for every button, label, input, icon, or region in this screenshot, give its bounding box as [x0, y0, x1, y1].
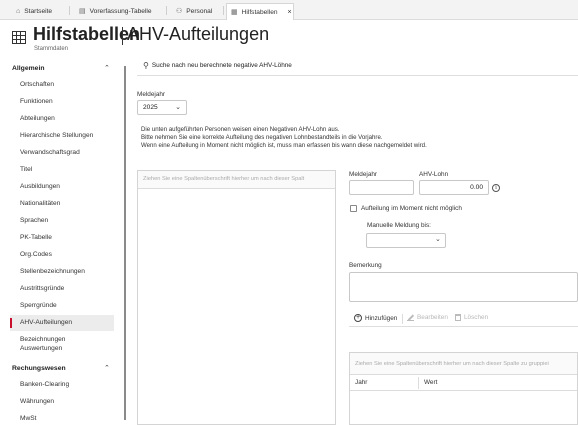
info-icon[interactable]: i: [492, 184, 500, 192]
trash-icon: [455, 314, 461, 321]
sidebar-item-waehrungen[interactable]: Währungen: [10, 394, 114, 410]
sidebar-item-banken-clearing[interactable]: Banken-Clearing: [10, 377, 114, 393]
sidebar-item-ortschaften[interactable]: Ortschaften: [10, 77, 114, 93]
sidebar-scrollbar[interactable]: [124, 66, 126, 420]
table-icon: ▤: [79, 8, 86, 15]
chevron-down-icon: ⌄: [175, 104, 181, 111]
manuelle-meldung-date-picker[interactable]: ⌄: [366, 233, 446, 248]
bemerkung-textarea[interactable]: [349, 272, 578, 302]
sidebar-item-bezeichnungen-auswertungen[interactable]: Bezeichnungen Auswertungen: [10, 334, 114, 354]
sidebar-group-rechungswesen[interactable]: Rechungswesen: [12, 365, 66, 372]
checkbox-label: Aufteilung im Moment nicht möglich: [361, 205, 462, 212]
bemerkung-label: Bemerkung: [349, 262, 382, 269]
ahv-lohn-label: AHV-Lohn: [419, 171, 449, 178]
form-meldejahr-label: Meldejahr: [349, 171, 378, 178]
sidebar-item-mwst[interactable]: MwSt: [10, 411, 114, 425]
toolbar-divider: [402, 314, 403, 324]
column-header-wert[interactable]: Wert: [424, 379, 437, 386]
group-drop-zone[interactable]: Ziehen Sie eine Spaltenüberschrift hierh…: [138, 171, 335, 189]
pencil-icon: [407, 314, 414, 321]
aufteilung-grid[interactable]: Ziehen Sie eine Spaltenüberschrift hierh…: [349, 352, 578, 425]
title-divider: [122, 27, 124, 45]
sidebar-group-allgemein[interactable]: Allgemein: [12, 65, 44, 72]
chevron-up-icon[interactable]: ⌃: [104, 364, 110, 372]
toolbar: + Hinzufügen Bearbeiten Löschen: [349, 311, 578, 327]
sidebar-item-org-codes[interactable]: Org.Codes: [10, 247, 114, 263]
persons-grid[interactable]: Ziehen Sie eine Spaltenüberschrift hierh…: [137, 170, 336, 425]
column-header-jahr[interactable]: Jahr: [355, 379, 367, 386]
divider: [137, 75, 578, 76]
sidebar-item-ausbildungen[interactable]: Ausbildungen: [10, 179, 114, 195]
plus-circle-icon: +: [354, 314, 362, 322]
tab-hilfstabellen[interactable]: ▦ Hilfstabellen ×: [226, 3, 294, 20]
chevron-up-icon[interactable]: ⌃: [104, 64, 110, 72]
group-drop-zone[interactable]: Ziehen Sie eine Spaltenüberschrift hierh…: [350, 353, 577, 375]
tab-personal[interactable]: ⚇ Personal: [172, 4, 216, 18]
sidebar-item-funktionen[interactable]: Funktionen: [10, 94, 114, 110]
ahv-lohn-input[interactable]: 0.00: [419, 180, 489, 195]
aufteilung-nicht-moeglich-checkbox[interactable]: [350, 205, 357, 212]
page-title: Hilfstabellen: [33, 24, 141, 44]
tab-vorerfassung-tabelle[interactable]: ▤ Vorerfassung-Tabelle: [75, 4, 156, 18]
grid-icon: ▦: [231, 9, 238, 16]
manuelle-meldung-label: Manuelle Meldung bis:: [367, 222, 431, 229]
close-icon[interactable]: ×: [288, 9, 292, 16]
sidebar-item-titel[interactable]: Titel: [10, 162, 114, 178]
sidebar-item-stellenbezeichnungen[interactable]: Stellenbezeichnungen: [10, 264, 114, 280]
home-icon: ⌂: [16, 7, 21, 15]
grid-header: Jahr Wert: [350, 375, 577, 391]
sidebar-item-pk-tabelle[interactable]: PK-Tabelle: [10, 230, 114, 246]
meldejahr-select[interactable]: 2025 ⌄: [137, 100, 187, 115]
sidebar-item-ahv-aufteilungen[interactable]: AHV-Aufteilungen: [10, 315, 114, 331]
sidebar-item-sperrgruende[interactable]: Sperrgründe: [10, 298, 114, 314]
people-icon: ⚇: [176, 8, 183, 15]
sidebar-item-austrittsgruende[interactable]: Austrittsgründe: [10, 281, 114, 297]
delete-button[interactable]: Löschen: [455, 314, 488, 321]
meldejahr-label: Meldejahr: [137, 91, 166, 98]
tab-bar: ⌂ Startseite ▤ Vorerfassung-Tabelle ⚇ Pe…: [0, 0, 578, 20]
sidebar-item-hierarchische-stellungen[interactable]: Hierarchische Stellungen: [10, 128, 114, 144]
tab-startseite[interactable]: ⌂ Startseite: [12, 4, 56, 18]
meldejahr-input[interactable]: [349, 180, 414, 195]
add-button[interactable]: + Hinzufügen: [354, 314, 397, 322]
edit-button[interactable]: Bearbeiten: [407, 314, 448, 321]
breadcrumb: Stammdaten: [34, 46, 69, 52]
sidebar-item-verwandschaftsgrad[interactable]: Verwandschaftsgrad: [10, 145, 114, 161]
chevron-down-icon: ⌄: [435, 236, 441, 243]
table-grid-icon: [12, 31, 26, 44]
info-text: Die unten aufgeführten Personen weisen e…: [141, 126, 427, 150]
sidebar-item-nationalitaeten[interactable]: Nationalitäten: [10, 196, 114, 212]
sidebar: Allgemein ⌃ Ortschaften Funktionen Abtei…: [0, 58, 126, 425]
sidebar-item-sprachen[interactable]: Sprachen: [10, 213, 114, 229]
sidebar-item-abteilungen[interactable]: Abteilungen: [10, 111, 114, 127]
search-icon: ⚲: [143, 61, 149, 70]
search-negative-ahv-link[interactable]: ⚲ Suche nach neu berechnete negative AHV…: [143, 61, 292, 70]
page-subtitle: AHV-Aufteilungen: [127, 24, 270, 44]
